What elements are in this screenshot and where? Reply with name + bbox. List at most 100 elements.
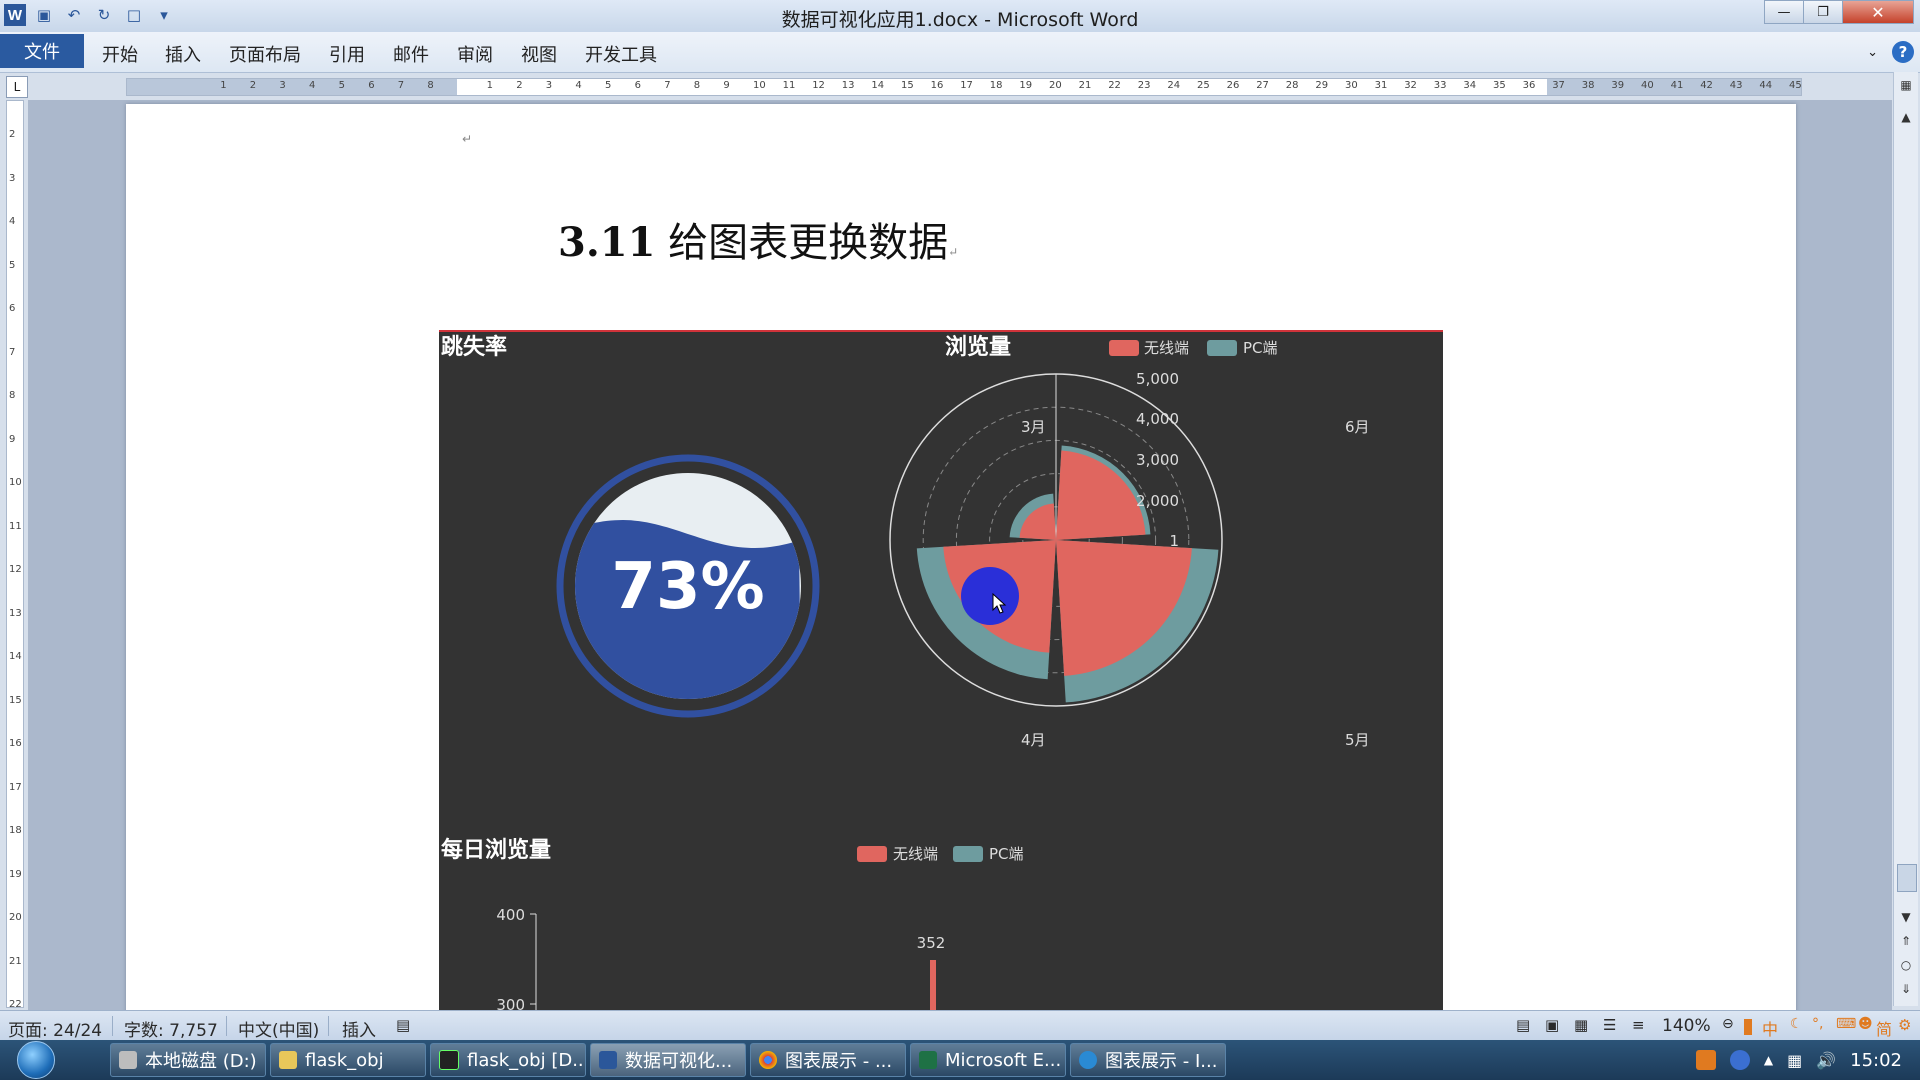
tab-references[interactable]: 引用: [329, 41, 365, 67]
show-hidden-icons-icon[interactable]: ▲: [1764, 1053, 1773, 1067]
polar-bar-wireless[interactable]: [1056, 450, 1146, 540]
start-button[interactable]: [10, 1040, 62, 1080]
select-browse-object-icon[interactable]: ○: [1897, 956, 1915, 974]
taskbar-item-pycharm[interactable]: flask_obj [D...: [430, 1043, 586, 1077]
print-layout-view-icon[interactable]: ▤: [1516, 1016, 1530, 1034]
status-page[interactable]: 页面: 24/24: [8, 1016, 102, 1041]
ruler-number: 9: [9, 433, 16, 445]
previous-page-icon[interactable]: ⇑: [1897, 932, 1915, 950]
ruler-number: 41: [1670, 80, 1684, 91]
taskbar-item-ie[interactable]: 图表展示 - I...: [1070, 1043, 1226, 1077]
taskbar-item-label: flask_obj: [305, 1049, 384, 1071]
vertical-scrollbar[interactable]: ▦ ▲ ▼ ⇑ ○ ⇓: [1893, 72, 1918, 1006]
ruler-number: 21: [9, 955, 22, 967]
embedded-chart-image[interactable]: 跳失率 73% 浏览量 无线端 PC端 5,000 4,000 3,000 2,…: [439, 330, 1443, 1014]
ruler-number: 8: [693, 80, 701, 91]
ruler-number: 16: [930, 80, 944, 91]
horizontal-ruler[interactable]: 8 7 6 5 4 3 2 1 1 2 3 4 5 6 7 8 9 10 11 12 13 14 15 16 17 18 19 20 2…: [126, 78, 1802, 96]
taskbar-item-word[interactable]: 数据可视化...: [590, 1043, 746, 1077]
legend-wireless-swatch[interactable]: [1109, 340, 1139, 356]
macro-record-icon[interactable]: ▤: [396, 1016, 410, 1034]
ruler-number: 37: [1552, 80, 1565, 91]
zoom-level[interactable]: 140%: [1662, 1016, 1711, 1036]
tab-insert[interactable]: 插入: [165, 41, 201, 67]
ime-moon-icon[interactable]: ☾: [1790, 1016, 1803, 1032]
outline-view-icon[interactable]: ☰: [1603, 1016, 1616, 1034]
taskbar-item-excel[interactable]: Microsoft E...: [910, 1043, 1066, 1077]
status-divider: [226, 1016, 227, 1036]
ruler-number: 1: [220, 80, 227, 91]
liquid-gauge: 73%: [556, 454, 820, 718]
scrollbar-thumb[interactable]: [1897, 864, 1917, 892]
ruler-toggle-icon[interactable]: ▦: [1897, 76, 1915, 94]
tab-page-layout[interactable]: 页面布局: [229, 41, 301, 67]
legend-pc-swatch[interactable]: [1207, 340, 1237, 356]
close-button[interactable]: ✕: [1842, 0, 1914, 24]
ime-simplified-indicator[interactable]: 简: [1876, 1016, 1892, 1040]
network-icon[interactable]: ▦: [1787, 1051, 1802, 1070]
help-icon[interactable]: ?: [1892, 41, 1914, 63]
scroll-up-icon[interactable]: ▲: [1897, 108, 1915, 126]
scroll-down-icon[interactable]: ▼: [1897, 908, 1915, 926]
tab-file[interactable]: 文件: [0, 34, 84, 68]
polar-month-label: 6月: [1345, 418, 1370, 436]
ruler-number: 31: [1374, 80, 1388, 91]
status-insert-mode[interactable]: 插入: [342, 1016, 376, 1041]
ruler-left-margin: [127, 79, 457, 95]
tab-selector[interactable]: L: [6, 76, 28, 98]
status-word-count[interactable]: 字数: 7,757: [124, 1016, 218, 1041]
restore-button[interactable]: ❐: [1803, 0, 1843, 24]
legend-pc-label[interactable]: PC端: [1243, 339, 1278, 357]
ime-settings-icon[interactable]: ⚙: [1898, 1016, 1911, 1034]
next-page-icon[interactable]: ⇓: [1897, 980, 1915, 998]
ruler-number: 24: [1167, 80, 1181, 91]
volume-icon[interactable]: 🔊: [1816, 1051, 1836, 1070]
ruler-number: 38: [1581, 80, 1595, 91]
section-heading[interactable]: 3.11 给图表更换数据↵: [558, 210, 958, 268]
ruler-number: 42: [1700, 80, 1713, 91]
ruler-number: 11: [782, 80, 796, 91]
tab-review[interactable]: 审阅: [457, 41, 493, 67]
heading-text: 给图表更换数据: [668, 220, 949, 266]
ime-punctuation-icon[interactable]: °,: [1812, 1016, 1823, 1032]
taskbar-item-chrome[interactable]: 图表展示 - ...: [750, 1043, 906, 1077]
taskbar-item-folder[interactable]: flask_obj: [270, 1043, 426, 1077]
ruler-number: 11: [9, 520, 22, 532]
daily-bar: [930, 960, 936, 1012]
help-tray-icon[interactable]: [1729, 1050, 1750, 1070]
ruler-number: 18: [9, 825, 22, 836]
status-language[interactable]: 中文(中国): [238, 1016, 319, 1041]
daily-legend-wireless-label[interactable]: 无线端: [893, 845, 938, 863]
tab-view[interactable]: 视图: [521, 41, 557, 67]
taskbar-item-label: Microsoft E...: [945, 1049, 1062, 1071]
ime-user-icon[interactable]: ☻: [1858, 1016, 1873, 1032]
full-screen-reading-icon[interactable]: ▣: [1545, 1016, 1559, 1034]
daily-legend-wireless-swatch[interactable]: [857, 846, 887, 862]
clock[interactable]: 15:02: [1850, 1050, 1902, 1071]
daily-legend-pc-label[interactable]: PC端: [989, 845, 1024, 863]
tab-developer[interactable]: 开发工具: [585, 41, 657, 67]
vertical-ruler[interactable]: 234567891011121314151617181920212223: [6, 100, 24, 1008]
ruler-number: 18: [989, 80, 1003, 91]
draft-view-icon[interactable]: ≡: [1632, 1016, 1645, 1034]
ime-keyboard-icon[interactable]: ⌨: [1836, 1016, 1856, 1032]
daily-legend-pc-swatch[interactable]: [953, 846, 983, 862]
minimize-ribbon-icon[interactable]: ⌄: [1867, 45, 1878, 60]
polar-bar-wireless[interactable]: [1056, 540, 1192, 676]
web-layout-icon[interactable]: ▦: [1574, 1016, 1588, 1034]
tab-home[interactable]: 开始: [102, 41, 138, 67]
tab-mailings[interactable]: 邮件: [393, 41, 429, 67]
ime-tray-icon[interactable]: [1695, 1050, 1716, 1070]
ruler-number: 17: [9, 781, 22, 793]
ruler-number: 33: [1433, 80, 1447, 91]
ime-logo-icon[interactable]: [1744, 1019, 1752, 1035]
ruler-number: 35: [1493, 80, 1506, 91]
legend-wireless-label[interactable]: 无线端: [1144, 339, 1189, 357]
ruler-number: 28: [1285, 80, 1299, 91]
ime-chinese-indicator[interactable]: 中: [1762, 1016, 1778, 1040]
minimize-button[interactable]: —: [1764, 0, 1804, 24]
polar-axis-label: 3,000: [1136, 451, 1179, 469]
zoom-out-icon[interactable]: ⊖: [1722, 1016, 1734, 1032]
status-bar: 页面: 24/24 字数: 7,757 中文(中国) 插入 ▤ ▤ ▣ ▦ ☰ …: [0, 1010, 1920, 1041]
taskbar-item-local-disk[interactable]: 本地磁盘 (D:): [110, 1043, 266, 1077]
